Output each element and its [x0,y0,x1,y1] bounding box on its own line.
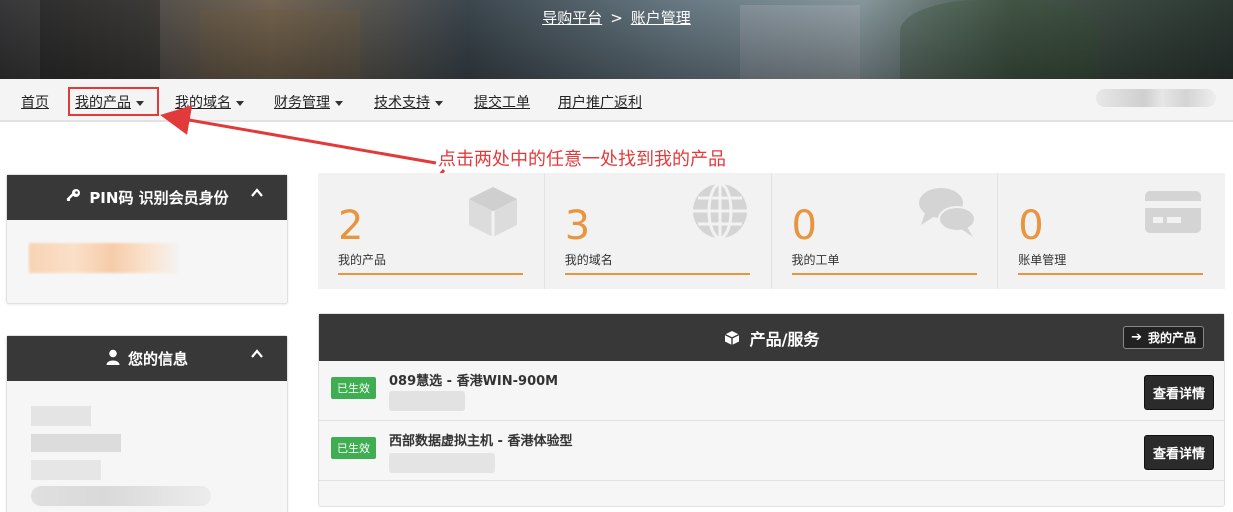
annotation-arrow-nav [160,105,437,165]
view-details-button[interactable]: 查看详情 [1143,435,1214,470]
header-banner: 导购平台 > 账户管理 [0,0,1233,79]
caret-down-icon [335,100,343,106]
top-nav: 首页 我的产品 我的域名 财务管理 技术支持 提交工单 用户推广返利 [0,79,1233,122]
stat-underline [791,273,977,275]
stat-my-tickets[interactable]: 0 我的工单 [772,173,999,289]
product-detail-redacted [389,453,495,473]
user-info-line [31,460,101,480]
user-info-line [31,434,121,452]
chevron-up-icon[interactable] [251,187,263,199]
view-details-button[interactable]: 查看详情 [1143,375,1214,410]
chat-icon [918,188,976,237]
nav-item-label: 财务管理 [274,95,330,111]
stat-underline [338,273,523,275]
stat-billing[interactable]: 0 账单管理 [998,173,1225,289]
status-badge: 已生效 [331,377,376,399]
user-icon [106,349,120,369]
stat-label: 我的产品 [338,253,387,267]
breadcrumb-separator: > [610,9,623,27]
nav-item-label: 我的域名 [175,95,231,111]
stat-label: 账单管理 [1018,253,1067,267]
pin-panel-title: PIN码 识别会员身份 [89,189,229,207]
nav-item-tech-support[interactable]: 技术支持 [374,92,443,112]
annotation-text: 点击两处中的任意一处找到我的产品 [438,149,726,170]
nav-item-label: 用户推广返利 [558,95,642,111]
caret-down-icon [435,100,443,106]
product-name[interactable]: 089慧选 - 香港WIN-900M [389,370,558,389]
arrow-right-icon: ➔ [1131,330,1142,345]
stat-underline [564,273,750,275]
my-products-button-label: 我的产品 [1147,331,1196,345]
stat-value: 0 [791,203,817,249]
cube-icon [724,330,739,345]
products-panel-header: 产品/服务 ➔ 我的产品 [319,314,1224,361]
product-row: 已生效 西部数据虚拟主机 - 香港体验型 查看详情 [319,421,1224,481]
user-info-line [31,406,91,426]
stat-label: 我的工单 [791,253,840,267]
nav-item-my-domains[interactable]: 我的域名 [175,92,244,112]
annotation-highlight-nav [68,87,159,116]
products-panel-title: 产品/服务 [749,329,820,349]
nav-item-finance[interactable]: 财务管理 [274,92,343,112]
stat-value: 2 [338,203,364,249]
stat-underline [1018,273,1204,275]
stats-bar: 2 我的产品 3 我的域名 0 我的工单 0 账单管理 [318,173,1225,289]
product-detail-redacted [389,391,465,411]
nav-item-home[interactable]: 首页 [21,92,49,112]
pin-panel-header[interactable]: PIN码 识别会员身份 [7,175,287,220]
stat-label: 我的域名 [564,253,613,267]
user-info-line [31,486,211,506]
nav-item-submit-ticket[interactable]: 提交工单 [474,92,530,112]
stat-my-domains[interactable]: 3 我的域名 [545,173,772,289]
pin-code-value [29,243,179,273]
user-account-menu[interactable] [1096,89,1216,107]
caret-down-icon [236,100,244,106]
info-panel-title: 您的信息 [127,350,188,368]
nav-item-referral[interactable]: 用户推广返利 [558,92,642,112]
nav-item-label: 提交工单 [474,95,530,111]
stat-value: 3 [564,203,591,249]
product-name[interactable]: 西部数据虚拟主机 - 香港体验型 [389,430,572,449]
breadcrumb-parent-link[interactable]: 导购平台 [542,9,602,27]
credit-card-icon [1145,191,1202,233]
key-icon [65,188,81,208]
nav-item-label: 技术支持 [374,95,430,111]
info-panel-header[interactable]: 您的信息 [7,336,287,381]
breadcrumb: 导购平台 > 账户管理 [0,7,1233,28]
stat-my-products[interactable]: 2 我的产品 [318,173,545,289]
cube-icon [469,187,517,237]
breadcrumb-current-link[interactable]: 账户管理 [631,9,691,27]
status-badge: 已生效 [331,437,376,459]
nav-item-label: 首页 [21,95,49,111]
product-row: 已生效 089慧选 - 香港WIN-900M 查看详情 [319,361,1224,421]
chevron-up-icon[interactable] [251,348,263,360]
info-panel: 您的信息 [6,335,288,512]
products-panel: 产品/服务 ➔ 我的产品 已生效 089慧选 - 香港WIN-900M 查看详情… [318,313,1225,507]
globe-icon [692,182,747,240]
my-products-button[interactable]: ➔ 我的产品 [1123,326,1204,349]
pin-panel: PIN码 识别会员身份 [6,174,288,304]
stat-value: 0 [1018,203,1044,249]
